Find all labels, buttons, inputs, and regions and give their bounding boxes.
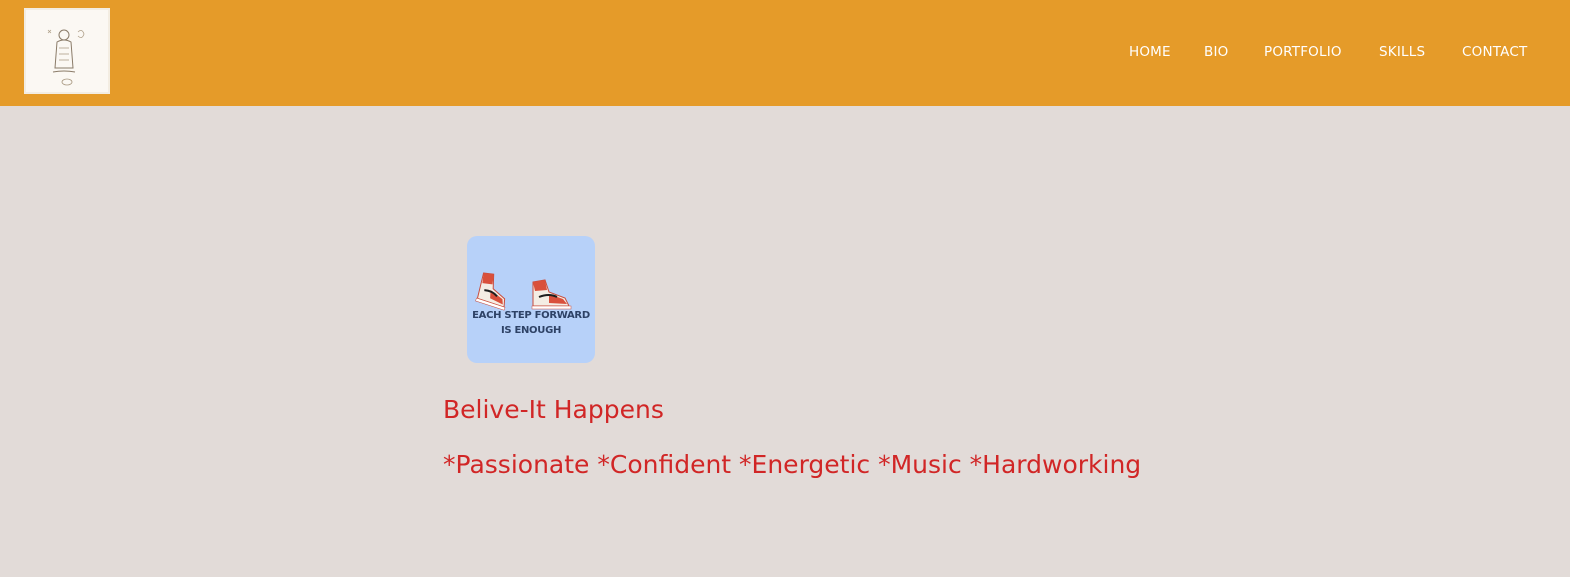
hero-image bbox=[467, 236, 595, 363]
top-navbar: HOME BIO PORTFOLIO SKILLS CONTACT bbox=[0, 0, 1570, 106]
nav-skills[interactable]: SKILLS bbox=[1379, 44, 1425, 60]
nav-portfolio[interactable]: PORTFOLIO bbox=[1264, 44, 1342, 60]
sneakers-icon bbox=[475, 272, 572, 311]
caption-line-2: IS ENOUGH bbox=[500, 325, 562, 336]
hero-image-caption: EACH STEP FORWARD IS ENOUGH bbox=[467, 308, 595, 338]
nav-home[interactable]: HOME bbox=[1129, 44, 1171, 60]
traits-list: *Passionate *Confident *Energetic *Music… bbox=[443, 450, 1142, 479]
caption-line-1: EACH STEP FORWARD bbox=[472, 310, 590, 321]
site-logo[interactable] bbox=[24, 8, 110, 94]
nav-bio[interactable]: BIO bbox=[1204, 44, 1228, 60]
nav-contact[interactable]: CONTACT bbox=[1462, 44, 1527, 60]
tagline: Belive-It Happens bbox=[443, 395, 664, 424]
logo-sketch-icon bbox=[47, 29, 85, 86]
